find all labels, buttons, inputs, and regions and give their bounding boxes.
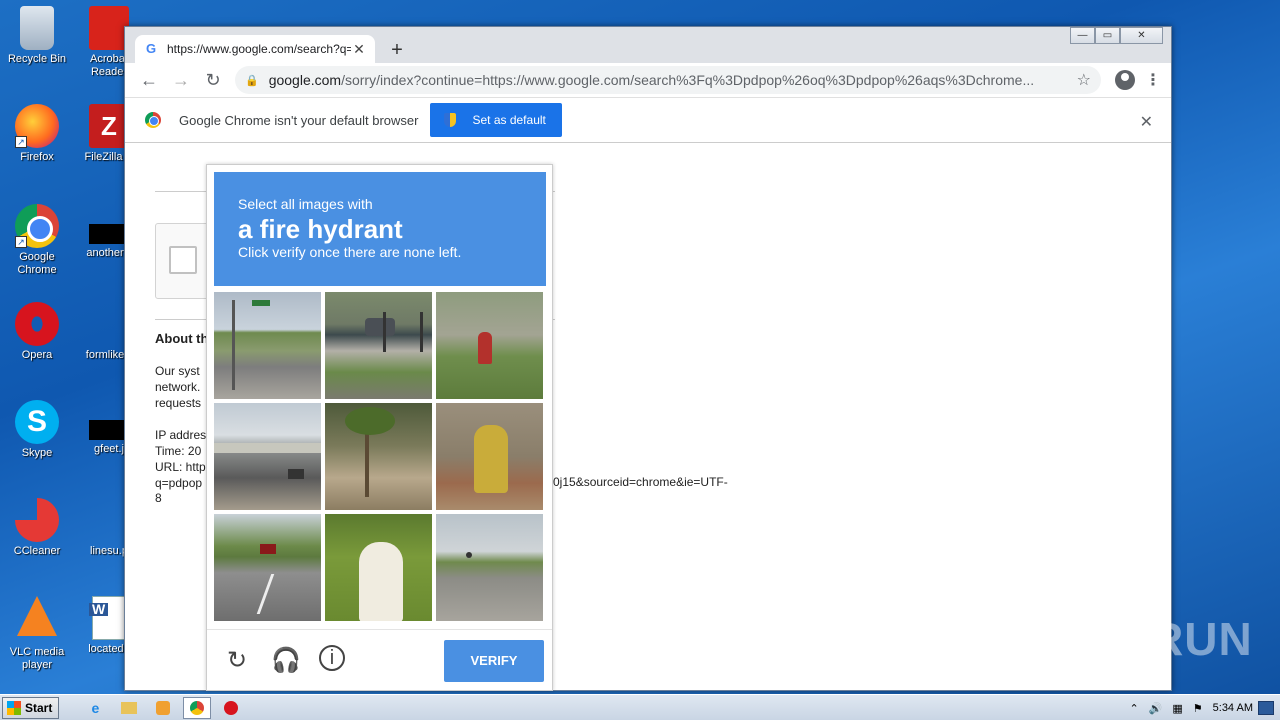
taskbar-chrome-icon[interactable] (183, 696, 212, 719)
ccleaner-icon (15, 498, 59, 542)
show-desktop-button[interactable] (1258, 701, 1274, 715)
toolbar: ← → ↻ 🔒 google.com/sorry/index?continue=… (125, 63, 1171, 97)
start-button[interactable]: Start (2, 696, 60, 719)
shield-icon (444, 113, 457, 127)
image-tile-street-scene[interactable] (214, 292, 321, 399)
skype-icon: S (15, 400, 59, 444)
image-tile-overpass-road[interactable] (214, 403, 321, 510)
tray-expand-icon[interactable]: ⌃ (1129, 702, 1138, 715)
audio-challenge-icon[interactable]: 🎧 (271, 646, 301, 675)
desktop-icon-skype[interactable]: S Skype (2, 400, 72, 460)
new-tab-button[interactable]: + (387, 39, 407, 62)
vlc-icon (17, 596, 57, 636)
reload-button[interactable]: ↻ (197, 66, 229, 94)
tab-active[interactable]: G https://www.google.com/search?q= ✕ (135, 35, 375, 63)
image-tile-white-hydrant[interactable] (325, 514, 432, 621)
infobar-message: Google Chrome isn't your default browser (179, 112, 419, 128)
reload-challenge-icon[interactable]: ↻ (223, 646, 251, 675)
image-tile-crosswalk[interactable] (436, 514, 543, 621)
network-icon[interactable]: ▦ (1172, 702, 1182, 715)
recycle-bin-icon (20, 6, 54, 50)
desktop-icon-ccleaner[interactable]: CCleaner (2, 498, 72, 558)
challenge-target: a fire hydrant (238, 214, 403, 244)
title-bar: G https://www.google.com/search?q= ✕ + —… (125, 27, 1171, 63)
minimize-button[interactable]: — (1070, 27, 1095, 44)
url-text: google.com/sorry/index?continue=https://… (268, 72, 1035, 88)
window-controls: — ▭ ✕ (1070, 27, 1163, 44)
google-favicon-icon: G (145, 41, 157, 56)
image-tile-road-car[interactable] (214, 514, 321, 621)
recaptcha-checkbox[interactable] (169, 246, 197, 274)
recaptcha-challenge: Select all images with a fire hydrant Cl… (206, 164, 553, 691)
challenge-hint: Click verify once there are none left. (238, 244, 462, 260)
image-tile-fence-car[interactable] (325, 292, 432, 399)
set-as-default-button[interactable]: Set as default (430, 103, 562, 137)
menu-dots-icon[interactable]: ⋮ (1143, 70, 1163, 90)
maximize-button[interactable]: ▭ (1095, 27, 1120, 44)
action-center-flag-icon[interactable]: ⚑ (1193, 702, 1203, 715)
word-doc-icon (89, 596, 126, 640)
profile-avatar-icon[interactable] (1115, 70, 1135, 90)
file-icon (89, 224, 129, 244)
close-tab-icon[interactable]: ✕ (351, 41, 367, 58)
windows-logo-icon (7, 700, 21, 715)
about-heading: About th (155, 331, 209, 346)
taskbar-explorer-icon[interactable] (115, 697, 143, 719)
acrobat-icon (89, 6, 129, 50)
anyrun-watermark: ANY RUN (1037, 613, 1253, 665)
url-tail-text: 0j15&sourceid=chrome&ie=UTF- (553, 475, 728, 489)
image-tile-red-hydrant[interactable] (436, 292, 543, 399)
infobar-close-icon[interactable]: ✕ (1140, 112, 1153, 132)
bookmark-star-icon[interactable]: ☆ (1077, 70, 1091, 90)
chrome-logo-icon (145, 112, 161, 128)
back-button[interactable]: ← (133, 66, 165, 94)
taskbar-media-player-icon[interactable] (149, 697, 177, 719)
file-icon (89, 420, 129, 440)
volume-icon[interactable]: 🔊 (1149, 702, 1163, 715)
challenge-footer: ↻ 🎧 i VERIFY (207, 629, 552, 691)
system-tray: ⌃ 🔊 ▦ ⚑ 5:34 AM (1124, 695, 1280, 720)
firefox-icon: ↗ (15, 104, 59, 148)
desktop-icon-opera[interactable]: Opera (2, 302, 72, 362)
default-browser-infobar: Google Chrome isn't your default browser… (125, 97, 1171, 143)
challenge-instruction: Select all images with (238, 196, 373, 212)
filezilla-icon: Z (89, 104, 129, 148)
tab-title: https://www.google.com/search?q= (167, 42, 351, 56)
desktop-icon-google-chrome[interactable]: ↗ Google Chrome (2, 204, 72, 277)
desktop-icon-recycle-bin[interactable]: Recycle Bin (2, 6, 72, 66)
address-bar[interactable]: 🔒 google.com/sorry/index?continue=https:… (235, 66, 1101, 94)
url-end-text: 8 (155, 491, 162, 505)
lock-icon: 🔒 (245, 74, 259, 87)
taskbar-ie-icon[interactable]: e (81, 697, 109, 719)
close-window-button[interactable]: ✕ (1120, 27, 1163, 44)
clock[interactable]: 5:34 AM (1213, 702, 1253, 714)
verify-button[interactable]: VERIFY (444, 640, 544, 682)
challenge-header: Select all images with a fire hydrant Cl… (214, 172, 546, 286)
chrome-icon: ↗ (15, 204, 59, 248)
taskbar: Start e ⌃ 🔊 ▦ ⚑ 5:34 AM (0, 694, 1280, 720)
opera-icon (15, 302, 59, 346)
desktop-icon-firefox[interactable]: ↗ Firefox (2, 104, 72, 164)
desktop-icon-vlc[interactable]: VLC media player (2, 596, 72, 672)
forward-button[interactable]: → (165, 66, 197, 94)
challenge-image-grid (214, 292, 546, 624)
image-tile-palm-trees[interactable] (325, 403, 432, 510)
image-tile-yellow-hydrant[interactable] (436, 403, 543, 510)
taskbar-opera-icon[interactable] (217, 697, 245, 719)
info-icon[interactable]: i (319, 645, 345, 671)
